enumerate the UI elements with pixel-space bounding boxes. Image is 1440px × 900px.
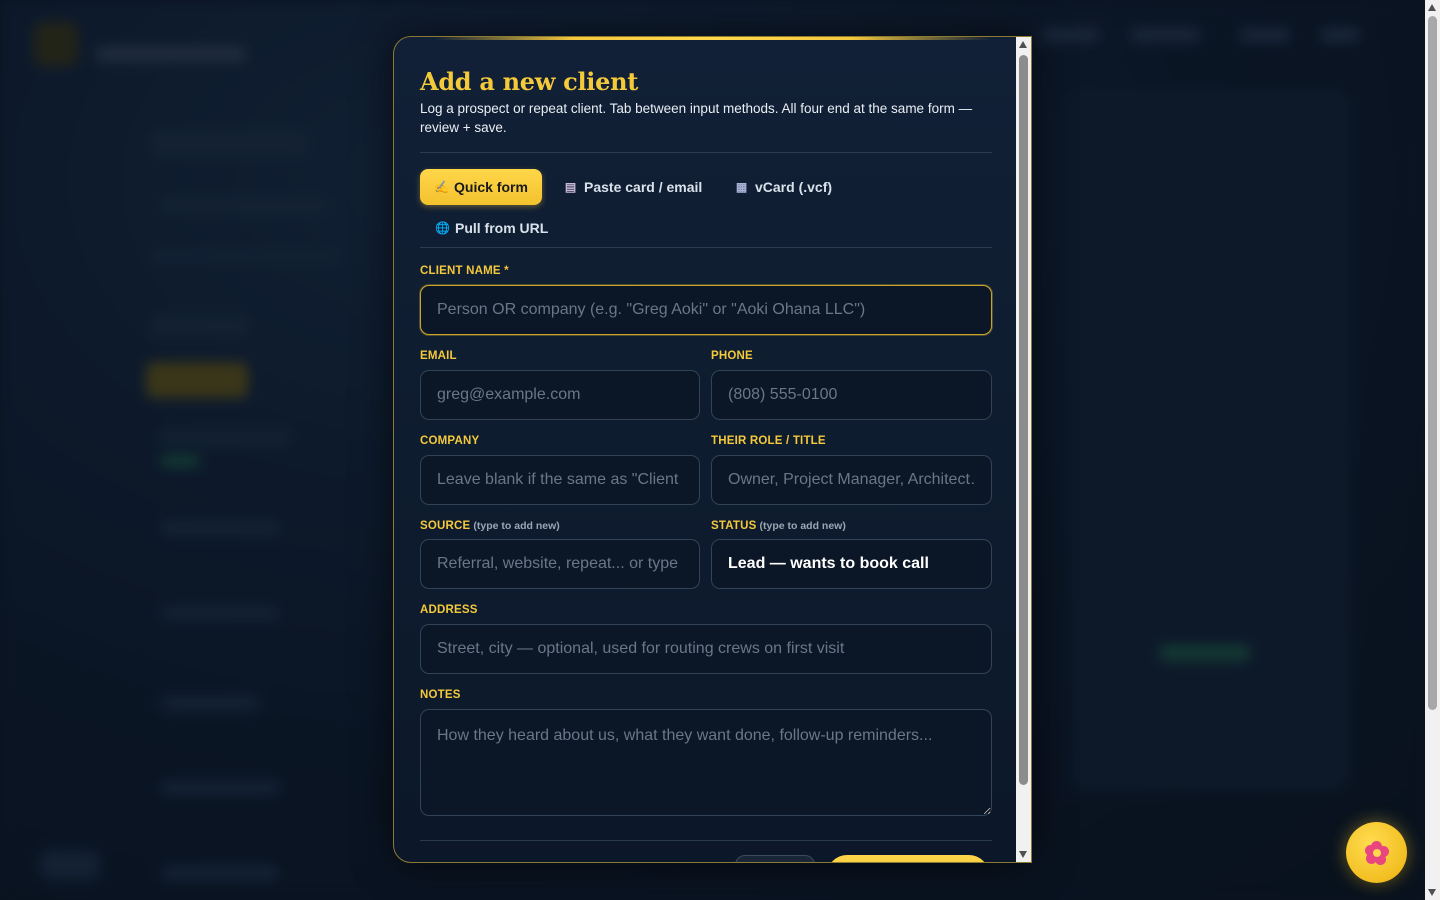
role-input[interactable]: [711, 455, 992, 505]
bg-heading: [150, 128, 310, 158]
address-input[interactable]: [420, 624, 992, 674]
tab-paste-card[interactable]: ▤ Paste card / email: [550, 169, 716, 205]
bg-line: [150, 315, 250, 337]
divider: [420, 247, 992, 248]
tab-vcard[interactable]: ▦ vCard (.vcf): [721, 169, 846, 205]
source-label: SOURCE (type to add new): [420, 520, 560, 532]
clipboard-icon: ▤: [564, 180, 577, 194]
bg-line: [150, 250, 340, 264]
globe-icon: 🌐: [435, 221, 450, 235]
status-label-text: STATUS: [711, 520, 757, 532]
add-client-modal: Add a new client Log a prospect or repea…: [393, 36, 1032, 863]
bg-row: [160, 605, 280, 621]
scroll-up-arrow-icon[interactable]: [1019, 41, 1027, 48]
status-input[interactable]: [711, 539, 992, 589]
modal-accent-line: [434, 37, 991, 40]
tab-label: Quick form: [454, 179, 528, 195]
nav-item: [1040, 28, 1100, 42]
tab-label: Paste card / email: [584, 179, 703, 195]
assistant-fab-button[interactable]: [1346, 822, 1407, 883]
bg-row: [160, 865, 280, 881]
bg-row: [160, 780, 280, 796]
role-label: THEIR ROLE / TITLE: [711, 435, 826, 447]
scrollbar-thumb[interactable]: [1019, 55, 1028, 785]
notes-label: NOTES: [420, 689, 461, 701]
cancel-button[interactable]: [735, 855, 815, 862]
source-input[interactable]: [420, 539, 700, 589]
client-name-label: CLIENT NAME *: [420, 265, 509, 277]
bg-line: [160, 196, 330, 216]
status-label: STATUS (type to add new): [711, 520, 846, 532]
footer-divider: [420, 840, 992, 841]
scroll-down-arrow-icon[interactable]: [1019, 851, 1027, 858]
modal-title: Add a new client: [420, 67, 639, 96]
email-input[interactable]: [420, 370, 700, 420]
bg-avatar: [40, 850, 100, 880]
tab-label: Pull from URL: [455, 220, 549, 236]
bg-badge: [1160, 645, 1250, 661]
source-label-text: SOURCE: [420, 520, 471, 532]
app-logo: [34, 22, 78, 66]
client-name-input[interactable]: [420, 285, 992, 335]
address-label: ADDRESS: [420, 604, 478, 616]
bg-row: [160, 430, 290, 446]
bg-row: [160, 520, 280, 536]
bg-row: [160, 695, 260, 711]
scrollbar-thumb[interactable]: [1428, 16, 1437, 710]
company-input[interactable]: [420, 455, 700, 505]
source-hint: (type to add new): [473, 520, 560, 532]
tab-pull-from-url[interactable]: 🌐 Pull from URL: [421, 210, 562, 246]
nav-item: [1130, 28, 1200, 42]
divider: [420, 152, 992, 153]
tab-quick-form[interactable]: ✍ Quick form: [420, 169, 542, 205]
hibiscus-icon: [1364, 840, 1389, 865]
pencil-icon: ✍: [434, 180, 449, 194]
modal-scrollbar[interactable]: [1016, 37, 1031, 862]
contact-card-icon: ▦: [735, 180, 748, 194]
status-hint: (type to add new): [759, 520, 846, 532]
save-client-button[interactable]: [827, 855, 989, 862]
email-label: EMAIL: [420, 350, 457, 362]
bg-badge: [160, 455, 200, 467]
bg-panel: [1070, 90, 1350, 790]
phone-label: PHONE: [711, 350, 753, 362]
company-label: COMPANY: [420, 435, 480, 447]
notes-textarea[interactable]: [420, 709, 992, 816]
page-scrollbar[interactable]: [1425, 0, 1440, 900]
bg-button: [146, 362, 248, 398]
app-brand: [96, 46, 246, 62]
tab-label: vCard (.vcf): [755, 179, 833, 195]
modal-subtitle: Log a prospect or repeat client. Tab bet…: [420, 101, 973, 135]
phone-input[interactable]: [711, 370, 992, 420]
scroll-up-arrow-icon[interactable]: [1428, 4, 1436, 11]
nav-item: [1240, 28, 1290, 42]
scroll-down-arrow-icon[interactable]: [1428, 889, 1436, 896]
nav-item: [1320, 28, 1360, 42]
